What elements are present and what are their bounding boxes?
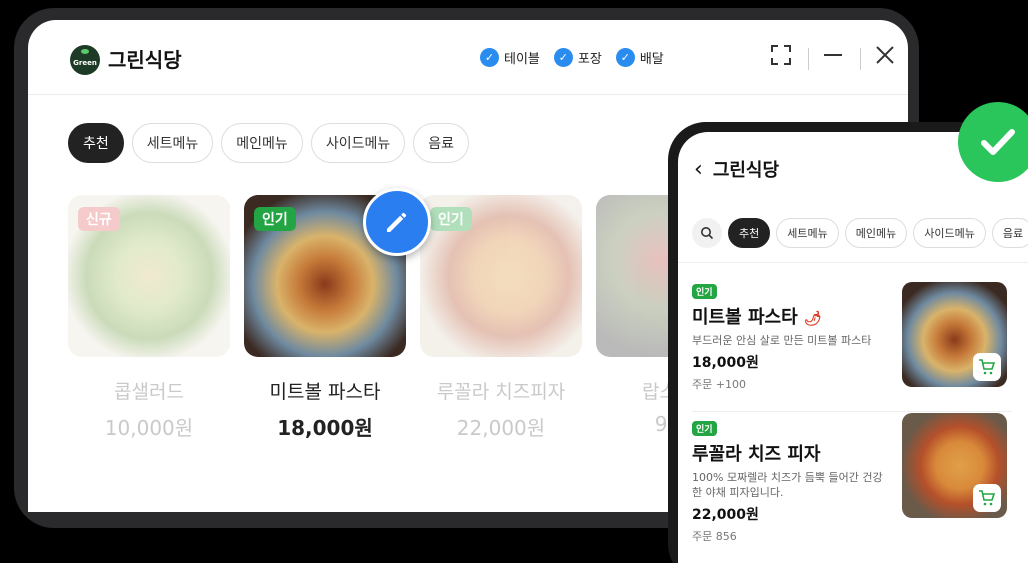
pizza-image bbox=[902, 413, 1007, 518]
expand-icon[interactable] bbox=[770, 44, 792, 71]
cart-icon bbox=[979, 490, 996, 506]
tab-set-menu[interactable]: 세트메뉴 bbox=[131, 123, 214, 163]
phone-header: ‹ 그린식당 bbox=[694, 156, 779, 182]
salad-image: 신규 bbox=[68, 195, 230, 357]
mode-table[interactable]: ✓ 테이블 bbox=[480, 48, 540, 67]
close-icon[interactable] bbox=[874, 44, 896, 71]
new-badge: 신규 bbox=[78, 207, 120, 231]
phone-device: ‹ 그린식당 추천 세트메뉴 메인메뉴 사이드메뉴 음료 인기 미트볼 파스타 … bbox=[668, 122, 1028, 563]
pizza-image: 인기 bbox=[420, 195, 582, 357]
add-to-cart-button[interactable] bbox=[973, 484, 1001, 512]
popular-badge: 인기 bbox=[430, 207, 472, 231]
mode-delivery[interactable]: ✓ 배달 bbox=[615, 48, 664, 67]
order-mode-group: ✓ 테이블 ✓ 포장 ✓ 배달 bbox=[480, 48, 664, 67]
tab-side-menu[interactable]: 사이드메뉴 bbox=[913, 218, 986, 248]
menu-price: 18,000원 bbox=[277, 416, 373, 440]
tab-main-menu[interactable]: 메인메뉴 bbox=[221, 123, 303, 163]
phone-store-name: 그린식당 bbox=[712, 160, 780, 181]
divider bbox=[678, 262, 1028, 263]
popular-badge: 인기 bbox=[254, 207, 296, 231]
phone-category-tabs: 추천 세트메뉴 메인메뉴 사이드메뉴 음료 bbox=[692, 218, 1028, 248]
divider bbox=[692, 411, 1012, 412]
item-name-text: 미트볼 파스타 bbox=[692, 307, 798, 328]
check-icon: ✓ bbox=[615, 48, 635, 67]
menu-name: 콥샐러드 bbox=[114, 381, 184, 403]
item-orders: 주문 856 bbox=[692, 530, 737, 543]
menu-name: 미트볼 파스타 bbox=[269, 381, 381, 403]
item-desc: 부드러운 안심 살로 만든 미트볼 파스타 bbox=[692, 334, 872, 347]
minimize-icon[interactable] bbox=[822, 44, 844, 71]
stage: Green 그린식당 ✓ 테이블 ✓ 포장 ✓ 배달 추천 세트메뉴 메인메뉴 … bbox=[0, 0, 1028, 563]
category-tabs: 추천 세트메뉴 메인메뉴 사이드메뉴 음료 bbox=[68, 123, 469, 163]
tab-side-menu[interactable]: 사이드메뉴 bbox=[310, 123, 406, 163]
divider bbox=[808, 48, 809, 70]
menu-card[interactable]: 신규 콥샐러드 10,000원 bbox=[68, 195, 230, 441]
store-name: 그린식당 bbox=[108, 48, 182, 72]
check-icon: ✓ bbox=[480, 48, 499, 67]
chevron-left-icon[interactable]: ‹ bbox=[694, 157, 703, 182]
tablet-header: Green 그린식당 ✓ 테이블 ✓ 포장 ✓ 배달 bbox=[28, 20, 908, 95]
popular-badge: 인기 bbox=[692, 421, 717, 436]
chili-icon: 🌶 bbox=[803, 311, 822, 327]
add-to-cart-button[interactable] bbox=[973, 353, 1001, 381]
tab-set-menu[interactable]: 세트메뉴 bbox=[776, 218, 839, 248]
menu-card[interactable]: 인기 루꼴라 치즈피자 22,000원 bbox=[420, 195, 582, 441]
tab-recommended[interactable]: 추천 bbox=[728, 218, 771, 248]
edit-button[interactable] bbox=[363, 188, 431, 256]
tab-recommended[interactable]: 추천 bbox=[68, 123, 124, 163]
divider bbox=[860, 48, 861, 70]
list-item[interactable]: 인기 루꼴라 치즈 피자 100% 모짜렐라 치즈가 듬뿍 들어간 건강한 야채… bbox=[692, 413, 1022, 544]
tab-main-menu[interactable]: 메인메뉴 bbox=[844, 218, 908, 248]
tab-drinks[interactable]: 음료 bbox=[991, 218, 1028, 248]
search-icon bbox=[701, 227, 714, 240]
popular-badge: 인기 bbox=[692, 284, 717, 299]
menu-price: 10,000원 bbox=[104, 416, 194, 440]
mode-label: 테이블 bbox=[504, 52, 540, 67]
pencil-icon bbox=[387, 212, 407, 232]
pasta-image bbox=[902, 282, 1007, 387]
check-icon: ✓ bbox=[553, 48, 573, 67]
list-item[interactable]: 인기 미트볼 파스타 🌶 부드러운 안심 살로 만든 미트볼 파스타 18,00… bbox=[692, 280, 1022, 392]
cart-icon bbox=[979, 359, 996, 375]
menu-price: 22,000원 bbox=[456, 416, 546, 440]
menu-name: 루꼴라 치즈피자 bbox=[436, 381, 566, 403]
search-button[interactable] bbox=[692, 218, 722, 248]
store-logo: Green bbox=[70, 45, 100, 75]
success-check-icon bbox=[958, 102, 1028, 182]
phone-screen: ‹ 그린식당 추천 세트메뉴 메인메뉴 사이드메뉴 음료 인기 미트볼 파스타 … bbox=[678, 132, 1028, 563]
mode-takeout[interactable]: ✓ 포장 bbox=[553, 48, 602, 67]
mode-label: 포장 bbox=[577, 52, 602, 67]
logo-text: Green bbox=[73, 59, 97, 67]
item-desc: 100% 모짜렐라 치즈가 듬뿍 들어간 건강한 야채 피자입니다. bbox=[692, 471, 883, 499]
tab-drinks[interactable]: 음료 bbox=[413, 123, 469, 163]
mode-label: 배달 bbox=[639, 52, 664, 67]
